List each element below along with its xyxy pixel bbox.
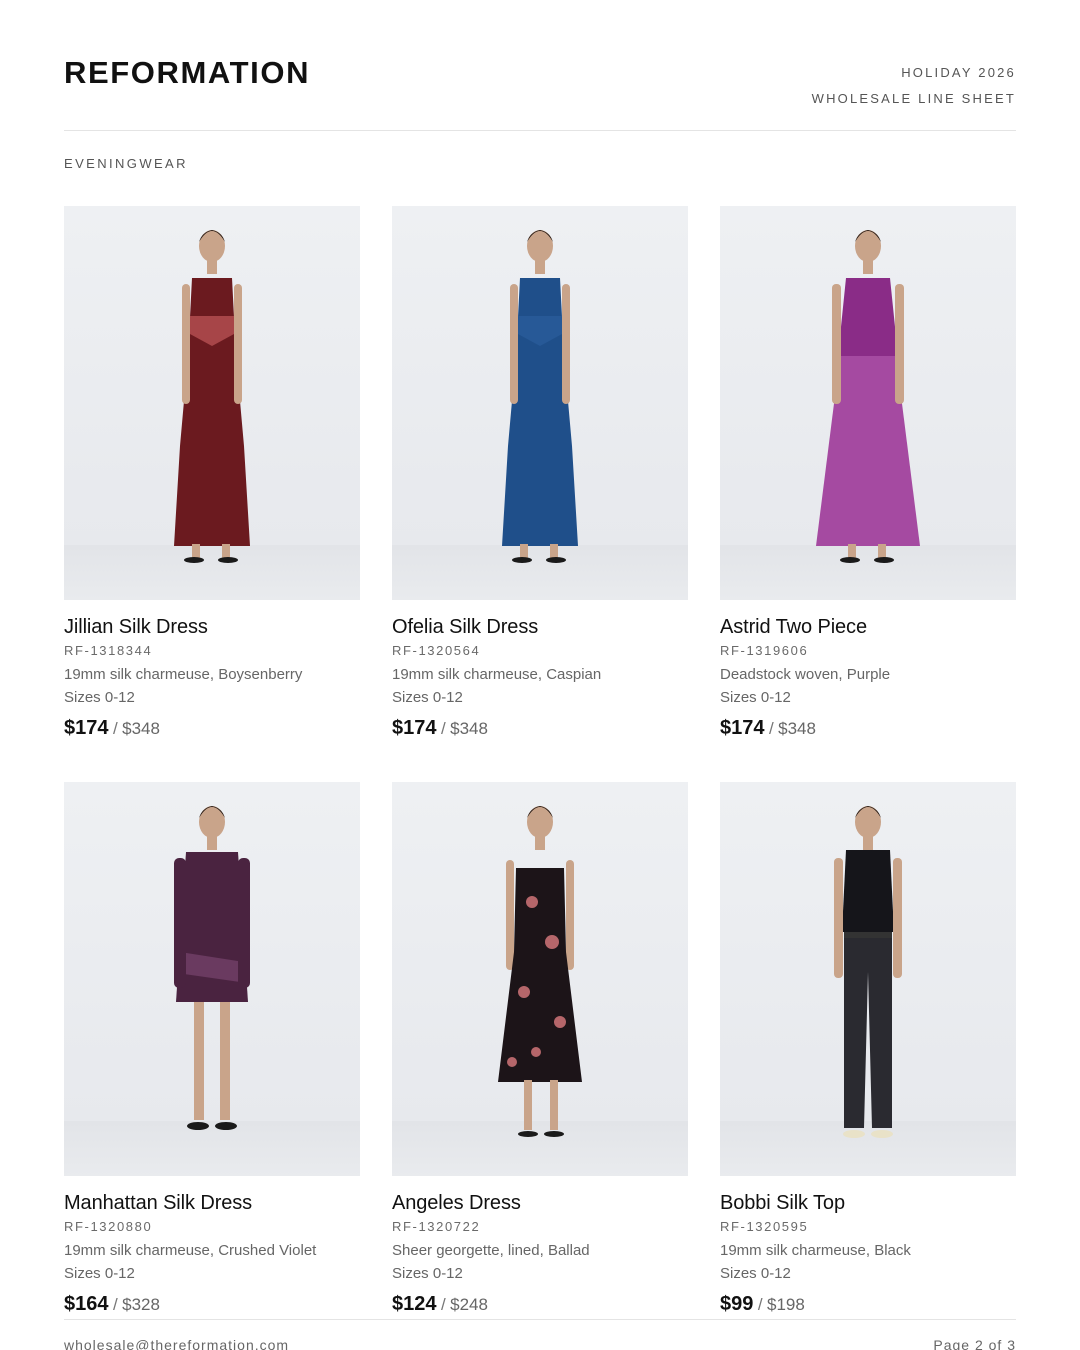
product-card[interactable]: Jillian Silk Dress RF-1318344 19mm silk … — [64, 206, 360, 782]
price-separator: / — [112, 719, 118, 738]
page-header: REFORMATION HOLIDAY 2026 WHOLESALE LINE … — [64, 0, 1016, 131]
product-image[interactable] — [392, 782, 688, 1176]
product-image[interactable] — [392, 206, 688, 600]
product-card[interactable]: Bobbi Silk Top RF-1320595 19mm silk char… — [720, 782, 1016, 1350]
retail-price: $348 — [778, 719, 816, 738]
product-fabric: 19mm silk charmeuse, Boysenberry — [64, 666, 303, 683]
section-title: EVENINGWEAR — [64, 156, 188, 171]
product-sizes: Sizes 0-12 — [392, 689, 463, 706]
product-price: $164 / $328 — [64, 1292, 360, 1318]
product-sku: RF-1320722 — [392, 1219, 481, 1234]
wholesale-price: $174 — [64, 717, 109, 739]
product-name[interactable]: Manhattan Silk Dress — [64, 1191, 360, 1215]
document-type-label: WHOLESALE LINE SHEET — [811, 91, 1016, 106]
product-card[interactable]: Astrid Two Piece RF-1319606 Deadstock wo… — [720, 206, 1016, 782]
product-sku: RF-1319606 — [720, 643, 809, 658]
product-name[interactable]: Bobbi Silk Top — [720, 1191, 1016, 1215]
wholesale-price: $174 — [720, 717, 765, 739]
product-sizes: Sizes 0-12 — [720, 1265, 791, 1282]
product-name[interactable]: Ofelia Silk Dress — [392, 615, 688, 639]
product-price: $99 / $198 — [720, 1292, 1016, 1318]
product-image[interactable] — [720, 782, 1016, 1176]
product-sizes: Sizes 0-12 — [64, 689, 135, 706]
wholesale-price: $99 — [720, 1293, 754, 1315]
product-price: $174 / $348 — [64, 716, 360, 742]
product-name[interactable]: Astrid Two Piece — [720, 615, 1016, 639]
product-sku: RF-1318344 — [64, 643, 153, 658]
price-separator: / — [112, 1295, 118, 1314]
product-fabric: Sheer georgette, lined, Ballad — [392, 1242, 590, 1259]
retail-price: $348 — [122, 719, 160, 738]
brand-logo: REFORMATION — [64, 55, 311, 90]
page-footer: wholesale@thereformation.com Page 2 of 3 — [64, 1319, 1016, 1350]
product-sku: RF-1320564 — [392, 643, 481, 658]
product-image[interactable] — [64, 782, 360, 1176]
product-sizes: Sizes 0-12 — [64, 1265, 135, 1282]
product-sizes: Sizes 0-12 — [720, 689, 791, 706]
price-separator: / — [757, 1295, 763, 1314]
product-name[interactable]: Angeles Dress — [392, 1191, 688, 1215]
header-meta: HOLIDAY 2026 WHOLESALE LINE SHEET — [812, 60, 1016, 112]
season-label: HOLIDAY 2026 — [901, 65, 1016, 80]
product-image[interactable] — [720, 206, 1016, 600]
product-fabric: 19mm silk charmeuse, Crushed Violet — [64, 1242, 317, 1259]
product-sku: RF-1320880 — [64, 1219, 153, 1234]
retail-price: $248 — [450, 1295, 488, 1314]
wholesale-price: $174 — [392, 717, 437, 739]
price-separator: / — [440, 719, 446, 738]
product-sku: RF-1320595 — [720, 1219, 809, 1234]
retail-price: $348 — [450, 719, 488, 738]
retail-price: $328 — [122, 1295, 160, 1314]
product-price: $174 / $348 — [392, 716, 688, 742]
product-price: $124 / $248 — [392, 1292, 688, 1318]
wholesale-price: $124 — [392, 1293, 437, 1315]
product-fabric: 19mm silk charmeuse, Black — [720, 1242, 911, 1259]
product-card[interactable]: Manhattan Silk Dress RF-1320880 19mm sil… — [64, 782, 360, 1350]
product-name[interactable]: Jillian Silk Dress — [64, 615, 360, 639]
retail-price: $198 — [767, 1295, 805, 1314]
contact-email[interactable]: wholesale@thereformation.com — [64, 1337, 289, 1350]
product-image[interactable] — [64, 206, 360, 600]
price-separator: / — [768, 719, 774, 738]
product-grid: Jillian Silk Dress RF-1318344 19mm silk … — [64, 206, 1016, 1350]
price-separator: / — [440, 1295, 446, 1314]
page-number: Page 2 of 3 — [933, 1337, 1016, 1350]
product-price: $174 / $348 — [720, 716, 1016, 742]
product-card[interactable]: Angeles Dress RF-1320722 Sheer georgette… — [392, 782, 688, 1350]
product-fabric: 19mm silk charmeuse, Caspian — [392, 666, 602, 683]
wholesale-price: $164 — [64, 1293, 109, 1315]
product-sizes: Sizes 0-12 — [392, 1265, 463, 1282]
product-card[interactable]: Ofelia Silk Dress RF-1320564 19mm silk c… — [392, 206, 688, 782]
product-fabric: Deadstock woven, Purple — [720, 666, 891, 683]
